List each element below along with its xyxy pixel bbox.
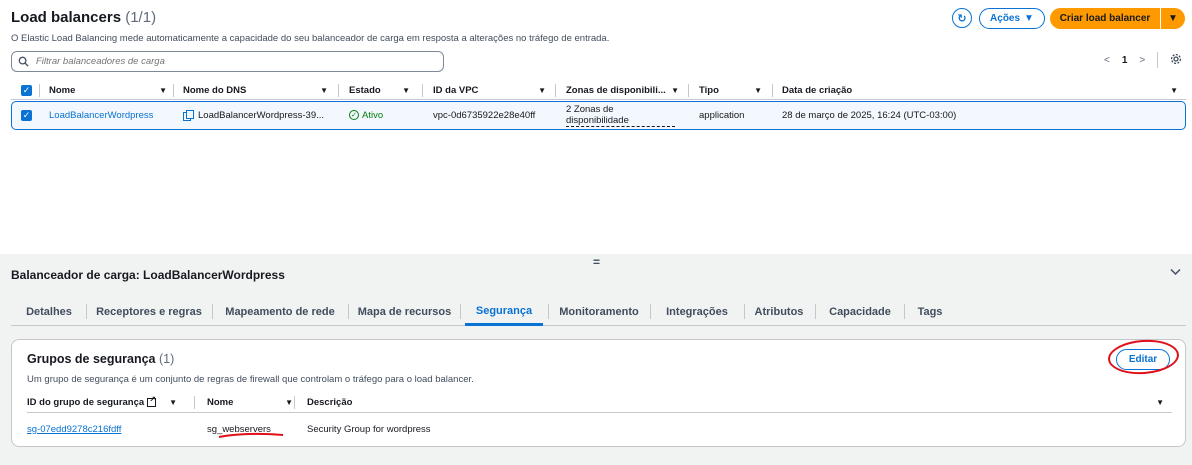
copy-icon[interactable] xyxy=(183,110,194,121)
external-link-icon xyxy=(147,395,157,407)
column-header-type[interactable]: Tipo ▼ xyxy=(699,81,762,100)
tab-capacidade[interactable]: Capacidade xyxy=(820,298,900,325)
create-load-balancer-button[interactable]: Criar load balancer xyxy=(1050,8,1160,29)
state-cell: ✓ Ativo xyxy=(349,102,383,128)
security-groups-table-header: ID do grupo de segurança ▼ Nome ▼ Descri… xyxy=(27,393,1172,413)
page-title-count: (1/1) xyxy=(125,9,157,26)
row-checkbox[interactable]: ✓ xyxy=(21,102,32,128)
sort-caret-icon: ▼ xyxy=(538,86,546,95)
vpc-id: vpc-0d6735922e28e40ff xyxy=(433,109,536,121)
tab-monitoramento[interactable]: Monitoramento xyxy=(553,298,645,325)
page-title-text: Load balancers xyxy=(11,9,122,26)
column-header-zones[interactable]: Zonas de disponibili... ▼ xyxy=(566,81,679,100)
lb-name-link[interactable]: LoadBalancerWordpress xyxy=(49,102,153,128)
sort-caret-icon: ▼ xyxy=(285,398,293,407)
next-page-icon[interactable]: > xyxy=(1139,55,1145,66)
pagination: < 1 > xyxy=(1104,52,1182,68)
resize-handle-icon[interactable]: = xyxy=(593,255,600,269)
sg-id-link[interactable]: sg-07edd9278c216fdff xyxy=(27,419,121,439)
tab-detalhes[interactable]: Detalhes xyxy=(16,298,82,325)
dns-name: LoadBalancerWordpress-39... xyxy=(198,109,325,121)
table-row[interactable]: ✓ LoadBalancerWordpress LoadBalancerWord… xyxy=(11,101,1186,130)
create-split-dropdown-button[interactable]: ▼ xyxy=(1161,8,1185,29)
tab-mapa-recursos[interactable]: Mapa de recursos xyxy=(353,298,456,325)
column-header-name[interactable]: Nome ▼ xyxy=(49,81,167,100)
detail-tabs: Detalhes Receptores e regras Mapeamento … xyxy=(11,298,1186,326)
tab-tags[interactable]: Tags xyxy=(909,298,951,325)
actions-dropdown-button[interactable]: Ações ▼ xyxy=(979,8,1045,29)
settings-gear-icon[interactable] xyxy=(1170,53,1182,68)
caret-down-icon: ▼ xyxy=(1168,13,1178,24)
edit-security-groups-button[interactable]: Editar xyxy=(1116,349,1170,370)
chevron-down-icon[interactable] xyxy=(1170,267,1181,279)
refresh-icon: ↻ xyxy=(957,12,967,25)
table-header: ✓ Nome ▼ Nome do DNS ▼ Estado ▼ ID da VPC ▼ … xyxy=(11,81,1186,100)
tab-seguranca[interactable]: Segurança xyxy=(465,298,543,326)
previous-page-icon[interactable]: < xyxy=(1104,55,1110,66)
column-header-vpc[interactable]: ID da VPC ▼ xyxy=(433,81,546,100)
sg-description: Security Group for wordpress xyxy=(307,423,431,435)
tab-integracoes[interactable]: Integrações xyxy=(655,298,739,325)
check-icon: ✓ xyxy=(21,109,32,121)
tab-atributos[interactable]: Atributos xyxy=(749,298,809,325)
search-input[interactable] xyxy=(36,56,436,67)
sort-caret-icon: ▼ xyxy=(754,86,762,95)
status-badge: ✓ Ativo xyxy=(349,110,383,121)
sort-caret-icon: ▼ xyxy=(1170,86,1178,95)
column-header-dns[interactable]: Nome do DNS ▼ xyxy=(183,81,328,100)
sort-caret-icon: ▼ xyxy=(402,86,410,95)
refresh-button[interactable]: ↻ xyxy=(952,8,972,28)
column-header-sg-name[interactable]: Nome ▼ xyxy=(207,393,293,412)
filter-search[interactable] xyxy=(11,51,444,72)
table-row: sg-07edd9278c216fdff sg_webservers Secur… xyxy=(27,419,1172,439)
tab-receptores[interactable]: Receptores e regras xyxy=(91,298,207,325)
sort-caret-icon: ▼ xyxy=(159,86,167,95)
security-groups-description: Um grupo de segurança é um conjunto de r… xyxy=(27,374,474,385)
page-number[interactable]: 1 xyxy=(1122,55,1128,66)
sort-caret-icon: ▼ xyxy=(1156,398,1164,407)
security-groups-card: Grupos de segurança (1) Um grupo de segu… xyxy=(11,337,1186,447)
dns-cell: LoadBalancerWordpress-39... xyxy=(183,102,324,128)
search-icon xyxy=(18,56,30,68)
select-all-checkbox[interactable]: ✓ xyxy=(21,81,33,100)
page-title: Load balancers (1/1) xyxy=(11,9,156,26)
lb-type: application xyxy=(699,109,745,121)
zones-cell[interactable]: 2 Zonas de disponibilidade xyxy=(566,102,675,128)
caret-down-icon: ▼ xyxy=(1024,13,1034,24)
create-label: Criar load balancer xyxy=(1059,13,1151,24)
pager-divider xyxy=(1157,52,1159,68)
tab-mapeamento[interactable]: Mapeamento de rede xyxy=(217,298,343,325)
column-header-created[interactable]: Data de criação ▼ xyxy=(782,81,1178,100)
sort-caret-icon: ▼ xyxy=(671,86,679,95)
sort-caret-icon: ▼ xyxy=(320,86,328,95)
sort-caret-icon: ▼ xyxy=(169,398,177,407)
check-icon: ✓ xyxy=(21,85,32,96)
page-description: O Elastic Load Balancing mede automatica… xyxy=(11,33,610,44)
actions-label: Ações xyxy=(990,13,1021,24)
column-header-sg-id[interactable]: ID do grupo de segurança ▼ xyxy=(27,393,177,412)
zones-line-1: 2 Zonas de xyxy=(566,103,614,115)
detail-title: Balanceador de carga: LoadBalancerWordpr… xyxy=(11,268,285,282)
check-circle-icon: ✓ xyxy=(349,110,359,120)
load-balancers-panel: Load balancers (1/1) O Elastic Load Bala… xyxy=(0,0,1192,254)
zones-line-2: disponibilidade xyxy=(566,115,675,127)
column-header-sg-description[interactable]: Descrição ▼ xyxy=(307,393,1164,412)
security-groups-title: Grupos de segurança (1) xyxy=(27,352,175,366)
column-header-state[interactable]: Estado ▼ xyxy=(349,81,410,100)
creation-date: 28 de março de 2025, 16:24 (UTC-03:00) xyxy=(782,109,957,121)
sg-name: sg_webservers xyxy=(207,423,271,435)
